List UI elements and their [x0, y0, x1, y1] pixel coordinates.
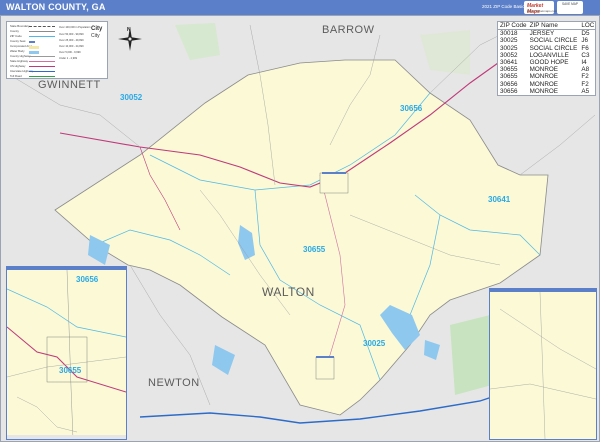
zip-name-cell: SOCIAL CIRCLE [529, 37, 578, 45]
zip-loc-cell: A5 [581, 87, 590, 95]
map-title: WALTON COUNTY, GA [6, 2, 106, 12]
table-row: 30052 LOGANVILLE C3 [498, 52, 595, 59]
table-row: 30656 MONROE F2 [498, 81, 595, 88]
legend-symbol-us-hwy [29, 66, 55, 67]
zip-code-cell: 30655 [500, 73, 518, 81]
legend-pop-4: Over 10,000 - 24,999 [59, 45, 84, 48]
legend-symbol-interstate [29, 71, 55, 72]
inset-zip-label-30655: 30655 [59, 366, 82, 375]
zip-table-header-code: ZIP Code [498, 22, 528, 31]
legend-pop-6: Under 1 - 4,999 [59, 57, 78, 60]
legend-county-seat: County Seat [10, 39, 26, 43]
zip-loc-cell: A8 [581, 66, 590, 74]
monroe-city-area [319, 172, 349, 194]
map-legend: State Boundary County ZIP Code County Se… [6, 21, 108, 79]
zip-loc-cell: F6 [581, 44, 589, 52]
brand-url: www.marketmaps.com [527, 9, 558, 13]
inset-zip-label-30656: 30656 [76, 275, 99, 284]
zip-table-header-loc: LOC [579, 22, 595, 31]
zip-label-30052: 30052 [120, 93, 143, 102]
legend-symbol-county-hwy [29, 56, 55, 57]
legend-state-boundary: State Boundary [10, 24, 30, 28]
zip-loc-cell: C3 [581, 51, 590, 59]
legend-pop-5: Over 5,000 - 9,999 [59, 51, 81, 54]
zip-loc-cell: J6 [581, 37, 589, 45]
legend-city-sample-small: City [91, 33, 100, 39]
legend-symbol-state-hwy [29, 61, 55, 62]
legend-symbol-toll [29, 76, 55, 77]
legend-symbol-zip [29, 36, 55, 37]
zip-loc-cell: F2 [581, 80, 589, 88]
table-row: 30641 GOOD HOPE I4 [498, 59, 595, 66]
zip-name-cell: GOOD HOPE [529, 59, 569, 67]
zip-code-cell: 30025 [500, 37, 518, 45]
legend-symbol-county [29, 31, 55, 32]
zip-label-30655: 30655 [303, 245, 326, 254]
zip-name-cell: MONROE [529, 73, 558, 81]
legend-symbol-state [29, 26, 55, 27]
save-map-badge[interactable]: SAVE MAP [557, 1, 583, 14]
zip-code-cell: 30052 [500, 51, 518, 59]
county-label-newton: NEWTON [148, 377, 200, 389]
inset-map-secondary[interactable] [489, 288, 597, 440]
legend-symbol-county-seat [29, 41, 35, 43]
compass-north-label: N [127, 27, 131, 33]
legend-toll-road: Toll Road [10, 74, 22, 78]
legend-county: County [10, 29, 19, 33]
legend-us-highway: US Highway [10, 64, 26, 68]
zip-label-30025: 30025 [363, 339, 386, 348]
brand-logo[interactable]: Market Maps www.marketmaps.com [524, 1, 558, 15]
zip-code-table: ZIP Code ZIP Name LOC 30018 JERSEY D5 30… [497, 21, 596, 97]
legend-pop-3: Over 25,000 - 49,999 [59, 39, 84, 42]
table-row: 30025 SOCIAL CIRCLE J6 [498, 37, 595, 44]
zip-name-cell: MONROE [529, 87, 558, 95]
city-marker-bar [316, 356, 334, 358]
legend-symbol-incorporated [29, 46, 39, 49]
city-marker-bar [322, 172, 346, 174]
zip-label-30656: 30656 [400, 104, 423, 113]
zip-label-30641: 30641 [488, 195, 511, 204]
state-park-area [450, 315, 492, 395]
zip-code-cell: 30655 [500, 66, 518, 74]
table-row: 30656 MONROE A5 [498, 88, 595, 95]
zip-name-cell: SOCIAL CIRCLE [529, 44, 578, 52]
zip-name-cell: LOGANVILLE [529, 51, 569, 59]
table-row: 30655 MONROE A8 [498, 66, 595, 73]
legend-symbol-water [29, 51, 39, 54]
zip-name-cell: MONROE [529, 80, 558, 88]
legend-water-body: Water Body [10, 49, 25, 53]
zip-loc-cell: D5 [581, 30, 590, 38]
zip-code-cell: 30656 [500, 80, 518, 88]
zip-loc-cell: I4 [581, 59, 587, 67]
zip-code-cell: 30641 [500, 59, 518, 67]
zip-code-cell: 30656 [500, 87, 518, 95]
zip-code-cell: 30018 [500, 30, 518, 38]
inset-right-graphics [490, 291, 596, 439]
zip-table-header-name: ZIP Name [527, 22, 580, 31]
legend-pop-2: Over 50,000 - 99,999 [59, 33, 84, 36]
county-label-gwinnett: GWINNETT [38, 79, 101, 91]
legend-zip-code: ZIP Code [10, 34, 22, 38]
table-row: 30025 SOCIAL CIRCLE F6 [498, 45, 595, 52]
legend-state-highway: State Highway [10, 59, 29, 63]
zip-name-cell: MONROE [529, 66, 558, 74]
zip-table-header-row: ZIP Code ZIP Name LOC [498, 22, 595, 31]
zip-name-cell: JERSEY [529, 30, 555, 38]
inset-left-graphics [7, 269, 126, 439]
map-header: WALTON COUNTY, GA 2021 ZIP Code Basic Ed… [0, 0, 600, 15]
inset-map-monroe[interactable]: 30656 30655 [6, 266, 127, 440]
county-label-walton: WALTON [262, 285, 315, 299]
table-row: 30018 JERSEY D5 [498, 30, 595, 38]
zip-code-cell: 30025 [500, 44, 518, 52]
county-label-barrow: BARROW [322, 24, 375, 36]
table-row: 30655 MONROE F2 [498, 73, 595, 80]
social-circle-city-area [315, 356, 335, 380]
zip-loc-cell: F2 [581, 73, 589, 81]
legend-city-sample: City [91, 26, 103, 32]
legend-county-highway: County Highway [10, 54, 31, 58]
legend-pop-1: Over 100,000 in Population [59, 26, 91, 29]
